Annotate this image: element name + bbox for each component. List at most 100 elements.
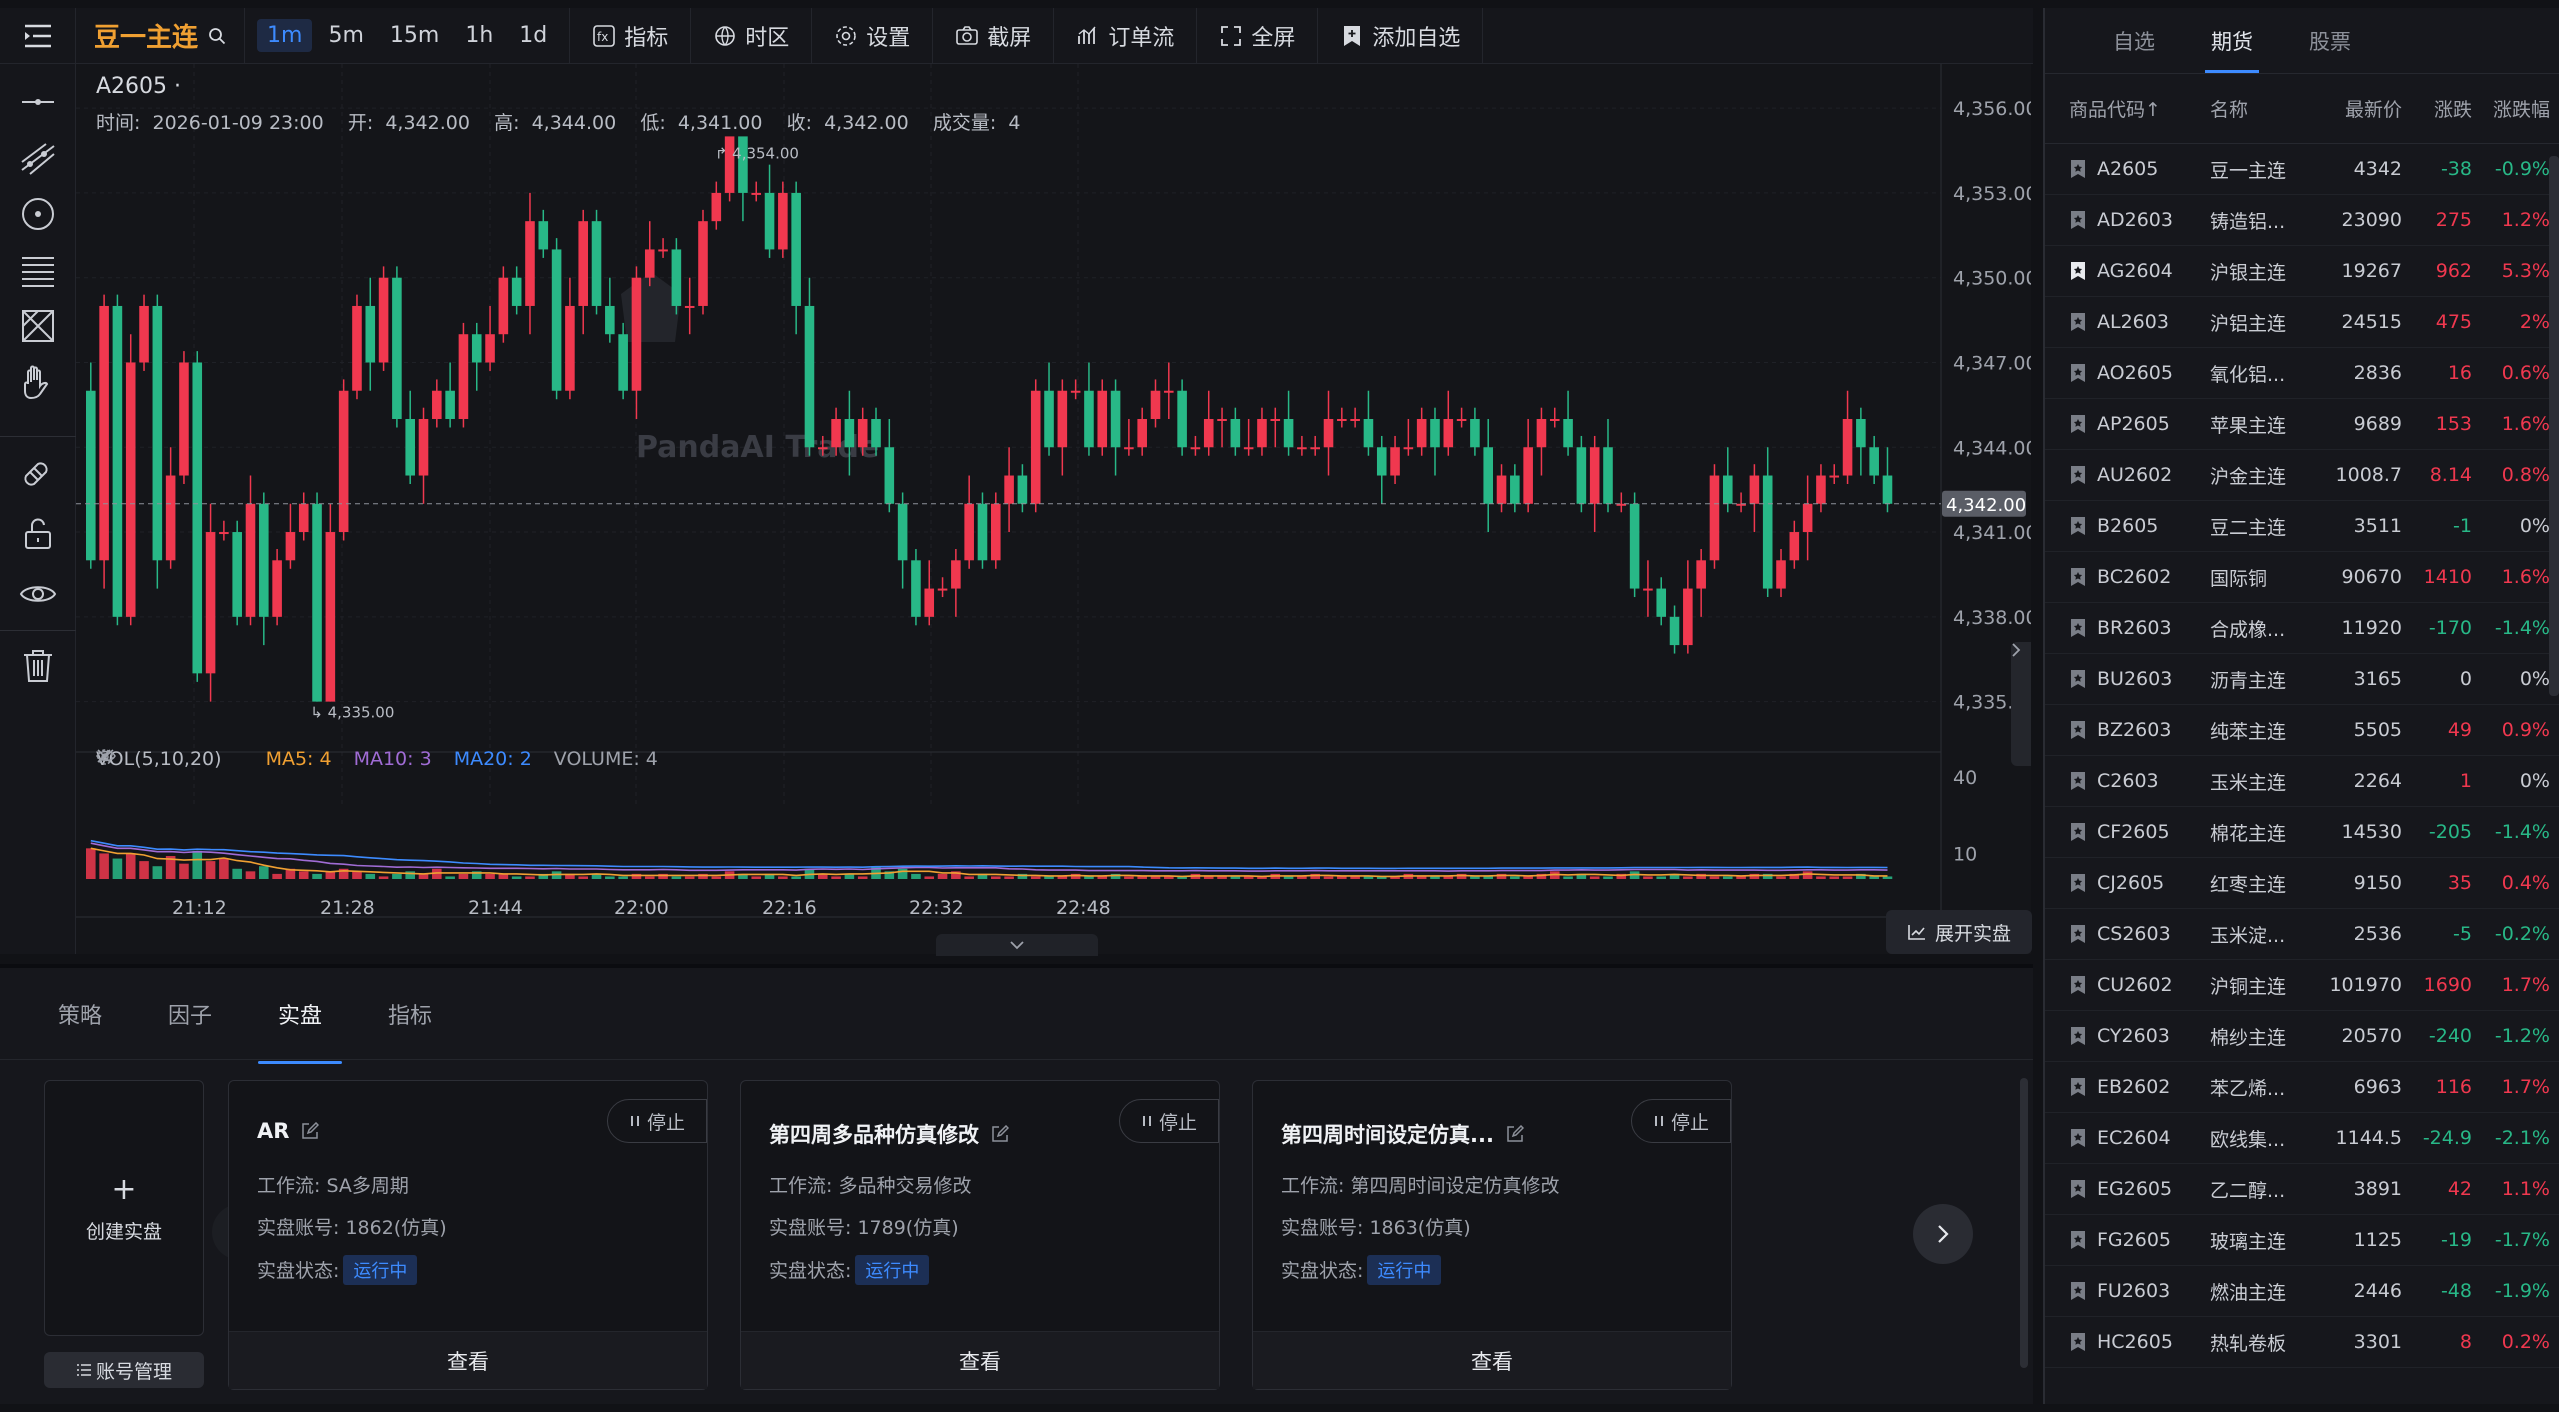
bookmark-icon[interactable] [2069,669,2087,689]
lock-tool[interactable] [18,514,58,554]
view-button[interactable]: 查看 [229,1331,707,1389]
close-icon[interactable] [96,748,112,764]
stop-button[interactable]: 停止 [607,1099,707,1143]
watchlist-row[interactable]: EC2604 欧线集... 1144.5 -24.9 -2.1% [2045,1113,2559,1164]
expand-live-button[interactable]: 展开实盘 [1886,910,2032,954]
edit-icon[interactable] [1506,1125,1524,1143]
symbol-selector[interactable]: 豆一主连 [76,7,246,64]
bottom-tab-1[interactable]: 因子 [160,998,220,1030]
watchlist-row[interactable]: A2605 豆一主连 4342 -38 -0.9% [2045,144,2559,195]
tool-orderflow-button[interactable]: 订单流 [1054,7,1198,64]
search-icon[interactable] [208,27,226,45]
period-5m[interactable]: 5m [318,19,373,52]
watchlist-row[interactable]: CY2603 棉纱主连 20570 -240 -1.2% [2045,1011,2559,1062]
bookmark-icon[interactable] [2069,771,2087,791]
bookmark-icon[interactable] [2069,1026,2087,1046]
watchlist-row[interactable]: HC2605 热轧卷板 3301 8 0.2% [2045,1317,2559,1368]
watchlist-row[interactable]: FG2605 玻璃主连 1125 -19 -1.7% [2045,1215,2559,1266]
watchlist-row[interactable]: CJ2605 红枣主连 9150 35 0.4% [2045,858,2559,909]
watchlist-tab-0[interactable]: 自选 [2085,8,2183,73]
edit-icon[interactable] [301,1122,320,1140]
header-change-pct[interactable]: 涨跌幅 [2472,95,2554,122]
pattern-tool[interactable] [18,306,58,346]
chart-collapse-toggle[interactable] [936,934,1098,956]
view-button[interactable]: 查看 [1253,1331,1731,1389]
watchlist-row[interactable]: FU2603 燃油主连 2446 -48 -1.9% [2045,1266,2559,1317]
header-price[interactable]: 最新价 [2310,95,2402,122]
bookmark-icon[interactable] [2069,465,2087,485]
circle-tool[interactable] [18,194,58,234]
bookmark-icon[interactable] [2069,1179,2087,1199]
period-15m[interactable]: 15m [380,19,449,52]
watchlist-row[interactable]: AG2604 沪银主连 19267 962 5.3% [2045,246,2559,297]
bookmark-icon[interactable] [2069,1230,2087,1250]
bookmark-icon[interactable] [2069,720,2087,740]
header-name[interactable]: 名称 [2200,95,2310,122]
bookmark-icon[interactable] [2069,159,2087,179]
create-live-button[interactable]: + 创建实盘 [44,1080,204,1336]
bookmark-icon[interactable] [2069,618,2087,638]
watchlist-row[interactable]: BR2603 合成橡... 11920 -170 -1.4% [2045,603,2559,654]
watchlist-tab-1[interactable]: 期货 [2183,8,2281,73]
watchlist-row[interactable]: AO2605 氧化铝... 2836 16 0.6% [2045,348,2559,399]
bookmark-icon[interactable] [2069,210,2087,230]
view-button[interactable]: 查看 [741,1331,1219,1389]
edit-icon[interactable] [991,1125,1009,1143]
header-change[interactable]: 涨跌 [2402,95,2472,122]
period-1d[interactable]: 1d [509,19,557,52]
bookmark-icon[interactable] [2069,873,2087,893]
horizontal-line-tool[interactable] [18,82,58,122]
bookmark-icon[interactable] [2069,414,2087,434]
bottom-tab-3[interactable]: 指标 [380,998,440,1030]
delete-drawings-tool[interactable] [18,646,58,686]
menu-button[interactable] [0,7,76,64]
bottom-tab-2[interactable]: 实盘 [258,998,343,1064]
bottom-scrollbar[interactable] [2020,1078,2028,1368]
header-code[interactable]: 商品代码↑ [2045,95,2200,122]
tool-fullscreen-button[interactable]: 全屏 [1197,7,1319,64]
bookmark-icon[interactable] [2069,567,2087,587]
bookmark-icon[interactable] [2069,924,2087,944]
visibility-tool[interactable] [18,574,58,614]
tool-camera-button[interactable]: 截屏 [933,7,1055,64]
bookmark-icon[interactable] [2069,1077,2087,1097]
watchlist-row[interactable]: BU2603 沥青主连 3165 0 0% [2045,654,2559,705]
watchlist-tab-2[interactable]: 股票 [2281,8,2379,73]
watchlist-row[interactable]: AD2603 铸造铝... 23090 275 1.2% [2045,195,2559,246]
watchlist-row[interactable]: CS2603 玉米淀... 2536 -5 -0.2% [2045,909,2559,960]
account-manage-button[interactable]: 账号管理 [44,1352,204,1388]
watchlist-scrollbar[interactable] [2549,156,2559,696]
tool-bookmark-add-button[interactable]: 添加自选 [1318,7,1484,64]
watchlist-row[interactable]: AP2605 苹果主连 9689 153 1.6% [2045,399,2559,450]
watchlist-row[interactable]: CU2602 沪铜主连 101970 1690 1.7% [2045,960,2559,1011]
bottom-tab-0[interactable]: 策略 [50,998,110,1030]
chart-side-expand-button[interactable] [2011,642,2031,766]
tool-gear-button[interactable]: 设置 [812,7,934,64]
period-1h[interactable]: 1h [455,19,503,52]
tool-fx-button[interactable]: fx 指标 [570,7,692,64]
bookmark-icon[interactable] [2069,312,2087,332]
watchlist-row[interactable]: AL2603 沪铝主连 24515 475 2% [2045,297,2559,348]
watchlist-row[interactable]: C2603 玉米主连 2264 1 0% [2045,756,2559,807]
bookmark-icon[interactable] [2069,975,2087,995]
bookmark-icon[interactable] [2069,1332,2087,1352]
stop-button[interactable]: 停止 [1631,1099,1731,1143]
magnet-tool[interactable] [18,454,58,494]
watchlist-row[interactable]: BZ2603 纯苯主连 5505 49 0.9% [2045,705,2559,756]
cards-next-button[interactable] [1913,1204,1973,1264]
bookmark-icon[interactable] [2069,1128,2087,1148]
period-1m[interactable]: 1m [257,19,313,52]
bookmark-icon[interactable] [2069,516,2087,536]
tool-globe-button[interactable]: 时区 [691,7,813,64]
watchlist-row[interactable]: AU2602 沪金主连 1008.7 8.14 0.8% [2045,450,2559,501]
bookmark-icon[interactable] [2069,1281,2087,1301]
bookmark-icon[interactable] [2069,363,2087,383]
hand-tool[interactable] [18,362,58,402]
watchlist-row[interactable]: EG2605 乙二醇... 3891 42 1.1% [2045,1164,2559,1215]
watchlist-row[interactable]: B2605 豆二主连 3511 -1 0% [2045,501,2559,552]
fibonacci-tool[interactable] [18,250,58,290]
bookmark-filled-icon[interactable] [2069,261,2087,281]
watchlist-row[interactable]: CF2605 棉花主连 14530 -205 -1.4% [2045,807,2559,858]
watchlist-row[interactable]: EB2602 苯乙烯... 6963 116 1.7% [2045,1062,2559,1113]
trend-line-tool[interactable] [18,138,58,178]
